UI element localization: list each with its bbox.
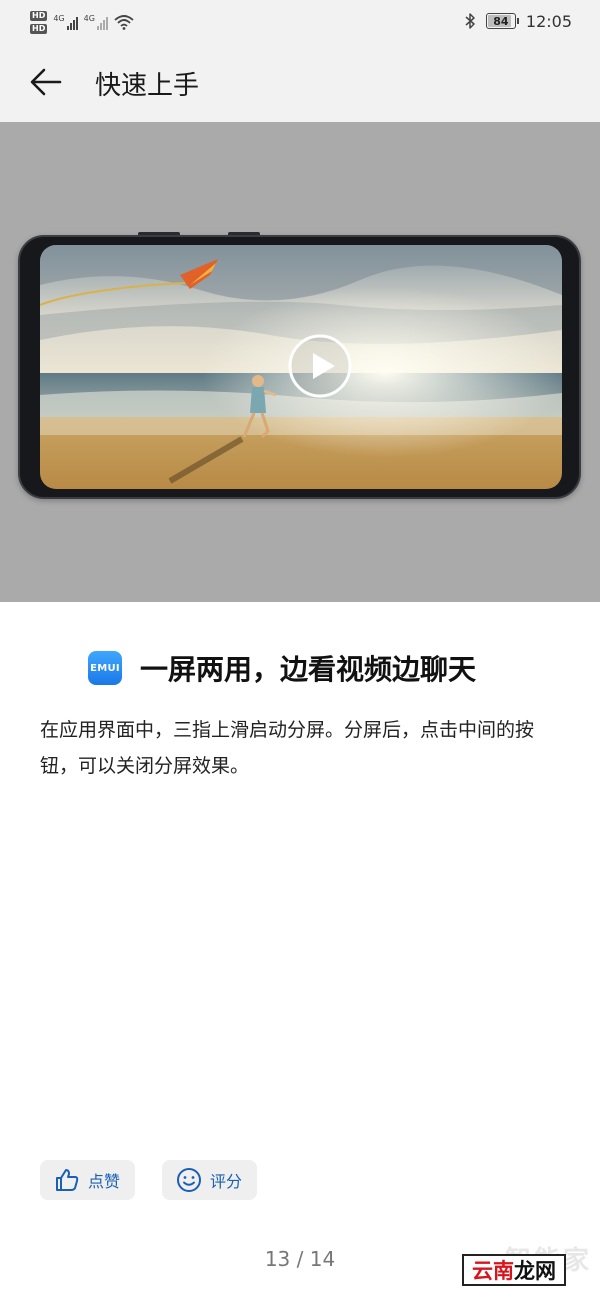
- signal-icon: 4G: [84, 14, 108, 30]
- status-bar: HD HD 4G 4G 84 12:05: [0, 0, 600, 42]
- rate-label: 评分: [210, 1172, 243, 1191]
- like-button[interactable]: 点赞: [40, 1160, 135, 1200]
- emui-logo-icon: EMUI: [88, 651, 122, 685]
- clock: 12:05: [525, 11, 572, 31]
- signal-icon: 4G: [53, 14, 78, 30]
- bluetooth-icon: [465, 13, 475, 29]
- watermark-black-text: 龙网: [514, 1259, 556, 1283]
- app-bar: 快速上手: [0, 42, 600, 122]
- hd-icon: HD: [30, 10, 48, 21]
- network-type: 4G: [53, 14, 65, 23]
- network-type: 4G: [83, 14, 95, 23]
- battery-icon: 84: [485, 13, 519, 29]
- thumbs-up-icon: [56, 1169, 79, 1191]
- watermark-logo: 云南 龙网: [462, 1254, 566, 1286]
- hd-icon: HD: [30, 23, 48, 34]
- feature-heading: EMUI 一屏两用，边看视频边聊天: [88, 648, 476, 688]
- back-arrow-icon[interactable]: [28, 64, 64, 100]
- status-left: HD HD 4G 4G: [30, 6, 134, 38]
- video-thumbnail[interactable]: [40, 245, 562, 489]
- wifi-icon: [114, 15, 134, 30]
- watermark-red-text: 云南: [472, 1259, 514, 1283]
- like-label: 点赞: [88, 1172, 121, 1191]
- rate-button[interactable]: 评分: [162, 1160, 257, 1200]
- hd-indicator: HD HD: [30, 10, 48, 34]
- smiley-icon: [177, 1168, 201, 1192]
- play-icon[interactable]: [287, 333, 353, 399]
- status-right: 84 12:05: [464, 10, 572, 32]
- feature-description: 在应用界面中，三指上滑启动分屏。分屏后，点击中间的按钮，可以关闭分屏效果。: [40, 719, 535, 777]
- phone-mockup: [18, 235, 581, 499]
- page-title: 快速上手: [95, 71, 200, 101]
- video-preview-area: [0, 122, 600, 602]
- battery-level: 84: [493, 14, 509, 28]
- feature-title: 一屏两用，边看视频边聊天: [140, 653, 477, 686]
